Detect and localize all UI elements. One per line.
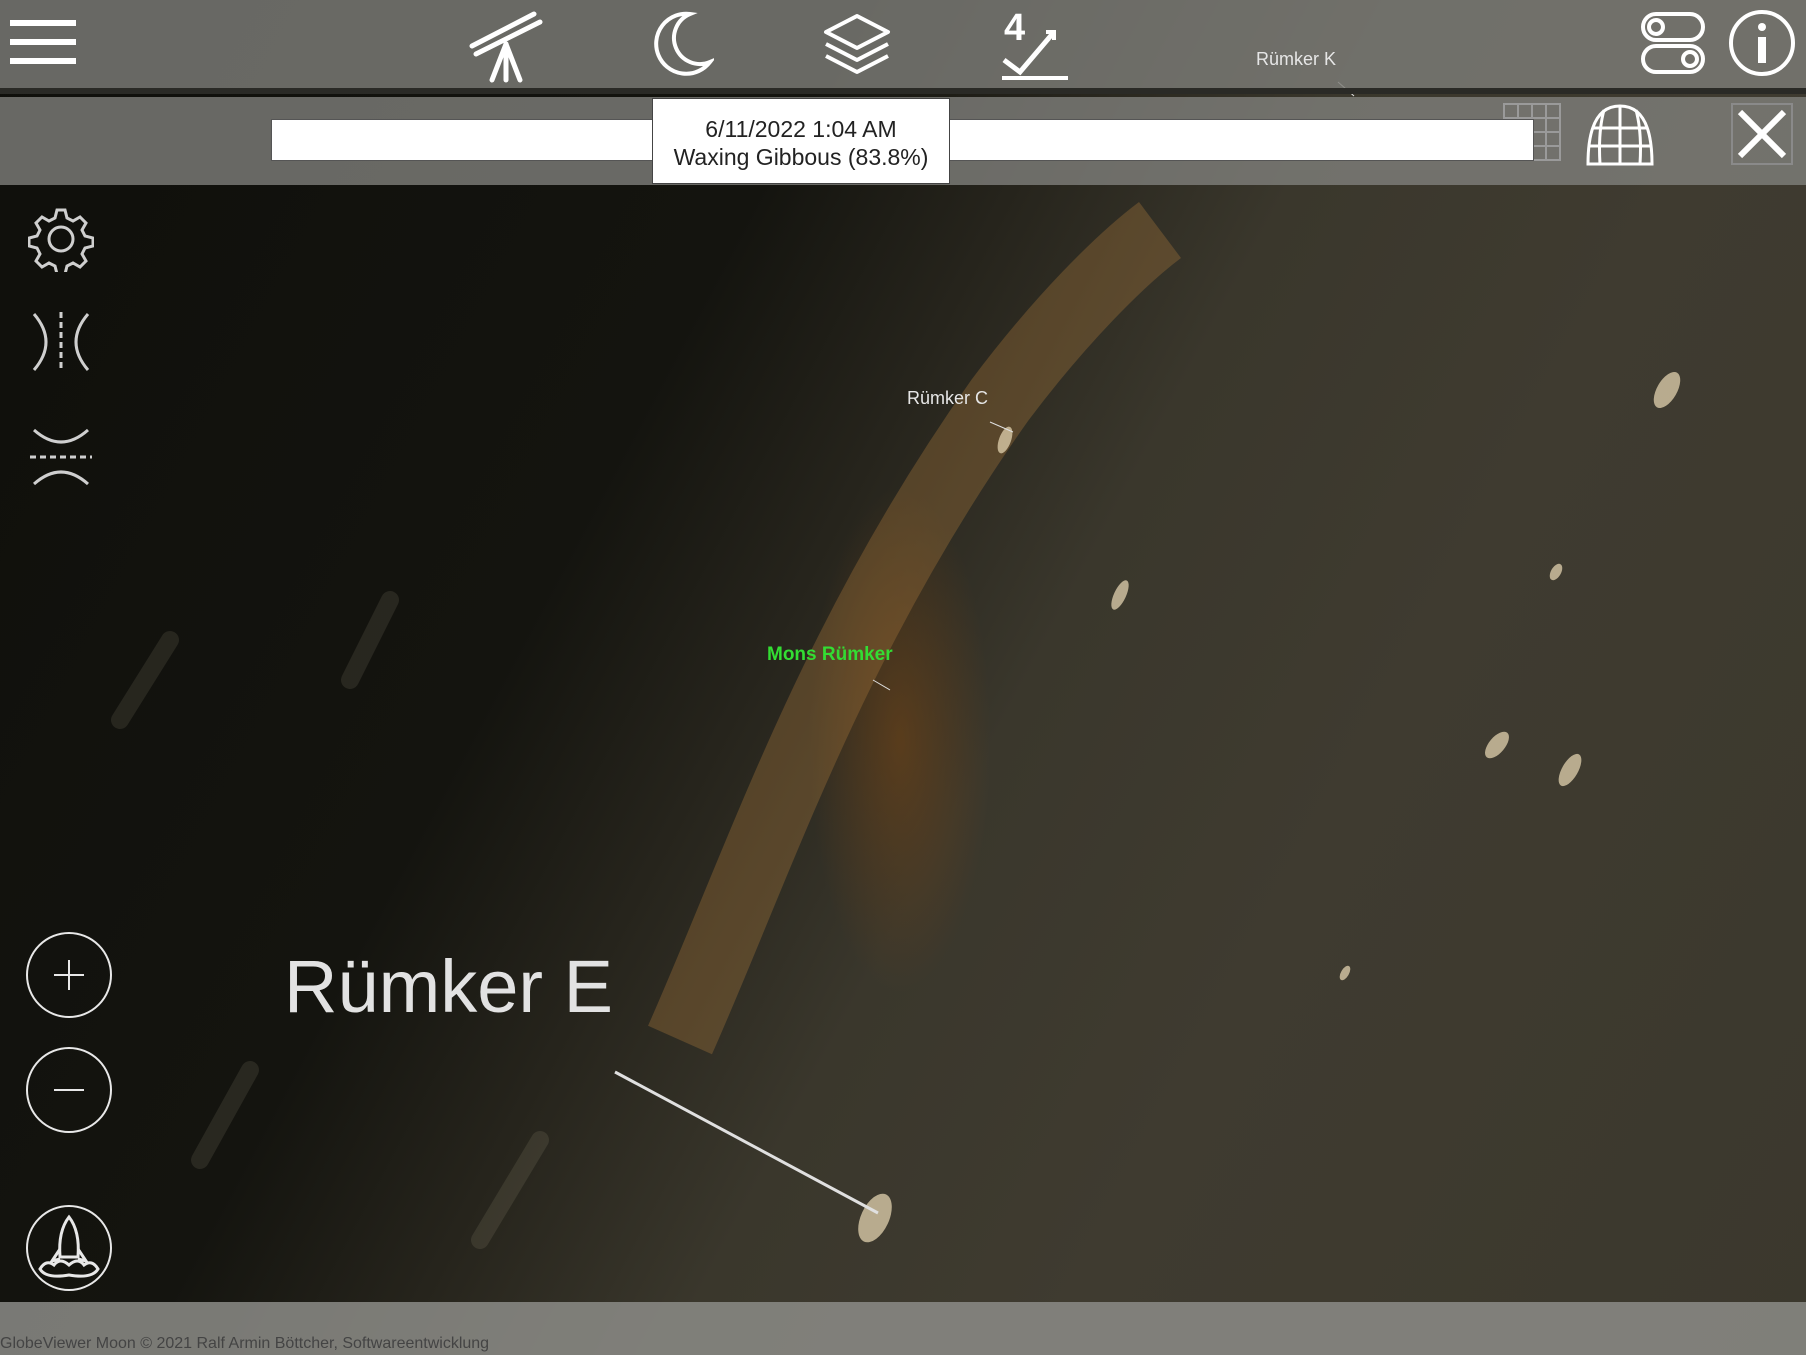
globe-grid-icon[interactable] (1584, 102, 1656, 168)
minus-icon (54, 1089, 84, 1091)
mirror-vertical-icon[interactable] (28, 424, 94, 490)
checkmark-level-icon[interactable]: 4 (998, 6, 1072, 82)
label-mons-rumker[interactable]: Mons Rümker (767, 644, 893, 666)
info-icon[interactable] (1727, 8, 1797, 78)
moon-surface-map[interactable] (0, 0, 1806, 1355)
level-badge: 4 (1004, 7, 1025, 49)
toggle-switches-icon[interactable] (1640, 10, 1708, 78)
crescent-moon-icon[interactable] (650, 10, 714, 76)
layers-icon[interactable] (822, 10, 892, 78)
mirror-horizontal-icon[interactable] (28, 310, 94, 374)
hamburger-menu-icon[interactable] (8, 18, 78, 68)
date-text: 6/11/2022 1:04 AM (705, 116, 897, 142)
label-rumker-c[interactable]: Rümker C (907, 388, 988, 409)
close-icon[interactable] (1730, 102, 1794, 166)
label-rumker-e[interactable]: Rümker E (284, 944, 613, 1029)
phase-text: Waxing Gibbous (83.8%) (673, 144, 929, 170)
label-rumker-k[interactable]: Rümker K (1256, 49, 1336, 70)
terrain-overlay (111, 81, 1681, 1249)
gear-icon[interactable] (28, 206, 94, 272)
launch-button[interactable] (26, 1205, 112, 1291)
rocket-icon (38, 1214, 100, 1278)
copyright-text: GlobeViewer Moon © 2021 Ralf Armin Böttc… (0, 1335, 490, 1352)
telescope-icon[interactable] (462, 4, 548, 84)
zoom-in-button[interactable] (26, 932, 112, 1018)
top-toolbar: 4 Rümker K (0, 0, 1806, 94)
zoom-out-button[interactable] (26, 1047, 112, 1133)
plus-icon (54, 960, 84, 990)
date-phase-display: 6/11/2022 1:04 AM Waxing Gibbous (83.8%) (652, 98, 950, 184)
